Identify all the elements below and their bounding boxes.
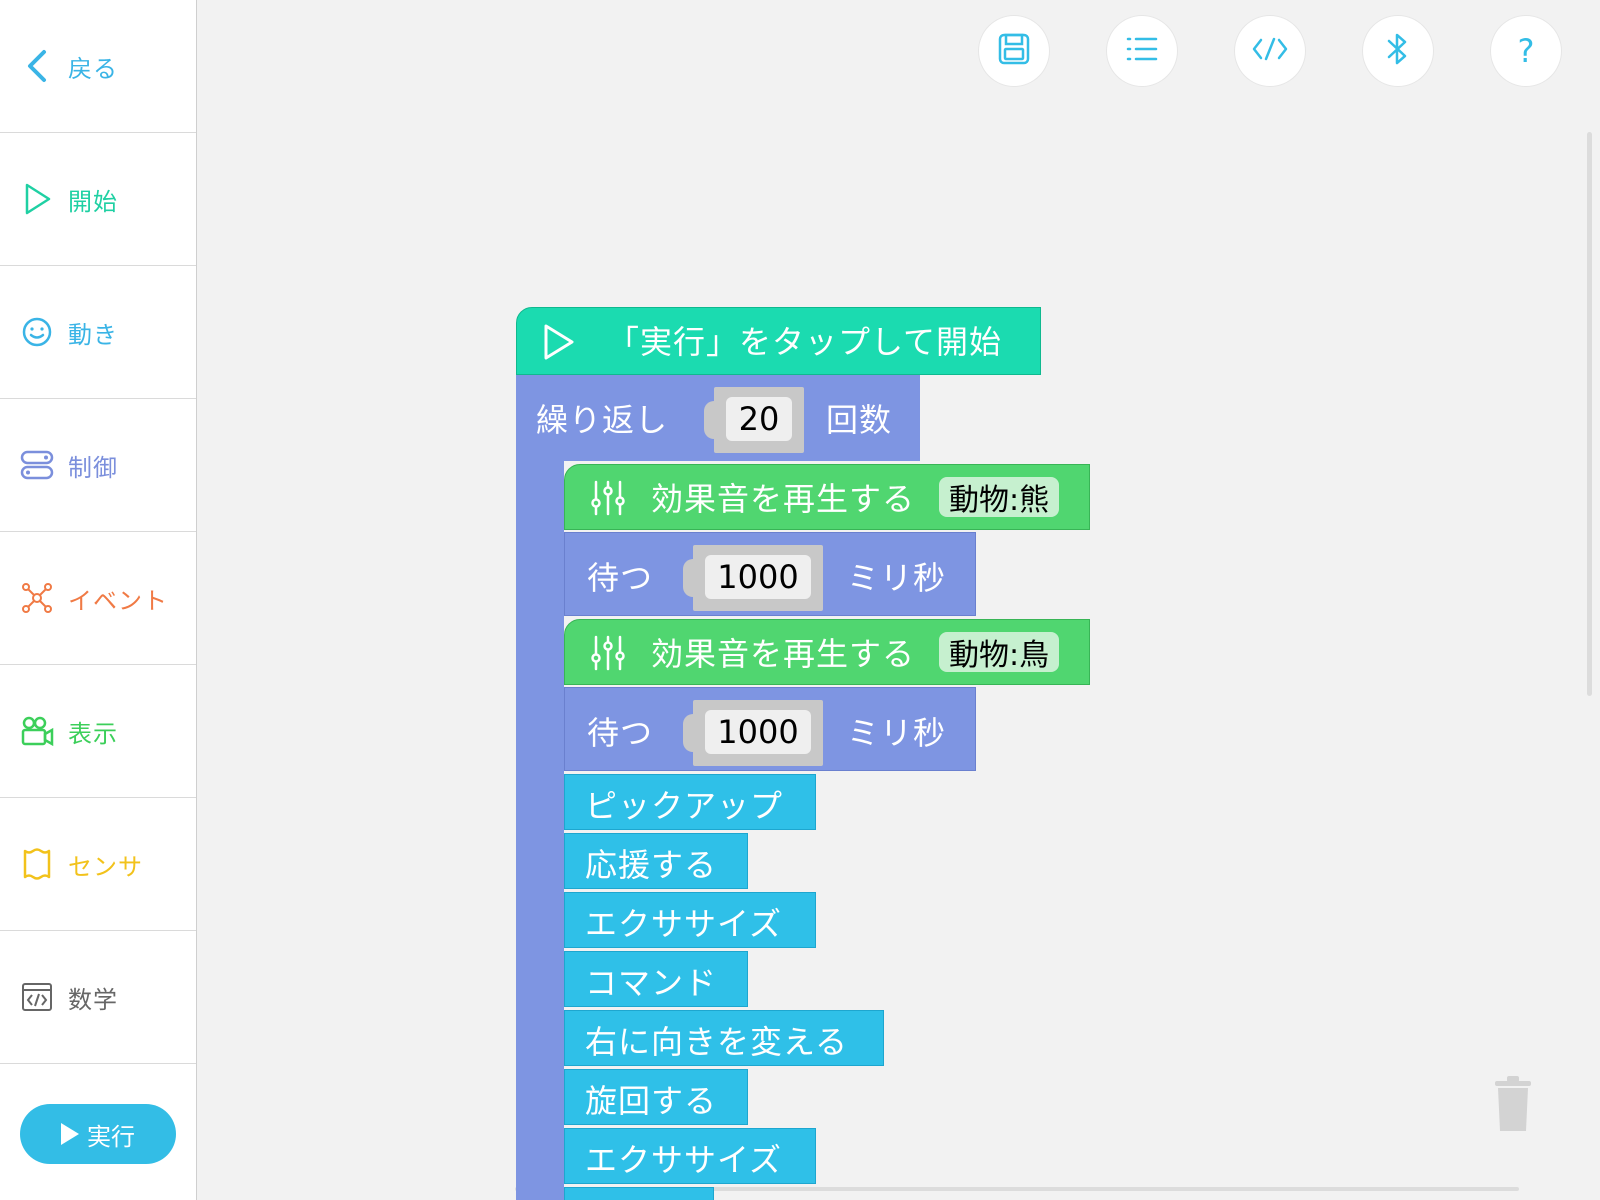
run-label: 実行 bbox=[87, 1122, 135, 1151]
action-block-exercise[interactable]: エクササイズ bbox=[564, 892, 816, 948]
play-sound-block[interactable]: 効果音を再生する 動物:鳥 bbox=[564, 619, 1090, 685]
category-control[interactable]: 制御 bbox=[0, 399, 196, 532]
save-icon bbox=[997, 32, 1031, 70]
play-outline-icon bbox=[541, 322, 577, 366]
action-label: エクササイズ bbox=[585, 905, 783, 943]
category-math[interactable]: 数学 bbox=[0, 931, 196, 1064]
run-button[interactable]: 実行 bbox=[20, 1104, 176, 1164]
list-icon bbox=[1125, 34, 1159, 68]
category-event[interactable]: イベント bbox=[0, 532, 196, 665]
wait-suffix: ミリ秒 bbox=[847, 559, 947, 597]
network-icon bbox=[20, 581, 54, 615]
repeat-count-value: 20 bbox=[726, 397, 792, 441]
repeat-count-input[interactable]: 20 bbox=[704, 387, 804, 453]
wait-duration-input[interactable]: 1000 bbox=[683, 700, 823, 766]
code-view-button[interactable] bbox=[1235, 16, 1305, 86]
play-outline-icon bbox=[20, 182, 54, 216]
sound-label: 効果音を再生する bbox=[651, 635, 916, 673]
action-label: 旋回する bbox=[585, 1082, 718, 1120]
wait-block[interactable]: 待つ 1000 ミリ秒 bbox=[564, 532, 976, 616]
list-button[interactable] bbox=[1107, 16, 1177, 86]
wait-duration-value: 1000 bbox=[705, 710, 811, 754]
category-label: 制御 bbox=[68, 453, 118, 482]
socket-tab bbox=[683, 559, 701, 597]
action-label: エクササイズ bbox=[585, 1141, 783, 1179]
sensor-icon bbox=[20, 847, 54, 881]
action-block-partial[interactable] bbox=[564, 1187, 714, 1200]
category-sidebar: 戻る 開始 動き 制御 イベント 表示 センサ 数学 実行 bbox=[0, 0, 197, 1200]
block-workspace[interactable]: ? 「実行」をタップして開始 繰り返し 20 回数 効果音を再生する 動物:熊 … bbox=[197, 0, 1600, 1200]
category-motion[interactable]: 動き bbox=[0, 266, 196, 399]
category-label: 動き bbox=[68, 320, 118, 349]
action-label: コマンド bbox=[585, 964, 718, 1002]
equalizer-icon bbox=[589, 634, 627, 676]
back-label: 戻る bbox=[68, 54, 118, 83]
repeat-suffix: 回数 bbox=[826, 401, 893, 439]
wait-duration-value: 1000 bbox=[705, 555, 811, 599]
category-sensor[interactable]: センサ bbox=[0, 798, 196, 931]
category-label: 開始 bbox=[68, 187, 118, 216]
socket-tab bbox=[704, 401, 722, 439]
back-button[interactable]: 戻る bbox=[0, 0, 196, 133]
category-label: センサ bbox=[68, 852, 143, 881]
toggle-icon bbox=[20, 448, 54, 482]
save-button[interactable] bbox=[979, 16, 1049, 86]
wait-suffix: ミリ秒 bbox=[847, 714, 947, 752]
action-label: 応援する bbox=[585, 846, 718, 884]
start-hat-block[interactable]: 「実行」をタップして開始 bbox=[516, 307, 1041, 375]
vertical-scrollbar[interactable] bbox=[1587, 132, 1592, 696]
play-icon bbox=[61, 1123, 79, 1145]
help-button[interactable]: ? bbox=[1491, 16, 1561, 86]
wait-prefix: 待つ bbox=[587, 559, 654, 597]
code-window-icon bbox=[20, 980, 54, 1014]
wait-duration-input[interactable]: 1000 bbox=[683, 545, 823, 611]
action-label: 右に向きを変える bbox=[585, 1023, 849, 1061]
wait-prefix: 待つ bbox=[587, 714, 654, 752]
wait-block[interactable]: 待つ 1000 ミリ秒 bbox=[564, 687, 976, 771]
repeat-block-arm bbox=[516, 375, 564, 1200]
equalizer-icon bbox=[589, 479, 627, 521]
action-block-turn-right[interactable]: 右に向きを変える bbox=[564, 1010, 884, 1066]
action-label: ピックアップ bbox=[585, 787, 784, 825]
action-block-cheer[interactable]: 応援する bbox=[564, 833, 748, 889]
trash-icon[interactable] bbox=[1493, 1076, 1533, 1132]
play-sound-block[interactable]: 効果音を再生する 動物:熊 bbox=[564, 464, 1090, 530]
help-icon: ? bbox=[1517, 32, 1535, 70]
chevron-left-icon bbox=[20, 49, 54, 83]
code-icon bbox=[1251, 34, 1289, 68]
action-block-exercise[interactable]: エクササイズ bbox=[564, 1128, 816, 1184]
repeat-block[interactable]: 繰り返し 20 回数 bbox=[516, 375, 920, 461]
category-display[interactable]: 表示 bbox=[0, 665, 196, 798]
category-label: イベント bbox=[68, 586, 168, 615]
category-label: 表示 bbox=[68, 719, 118, 748]
sound-select[interactable]: 動物:鳥 bbox=[939, 632, 1060, 673]
action-block-command[interactable]: コマンド bbox=[564, 951, 748, 1007]
socket-tab bbox=[683, 714, 701, 752]
bluetooth-icon bbox=[1385, 31, 1411, 71]
category-label: 数学 bbox=[68, 985, 118, 1014]
action-block-spin[interactable]: 旋回する bbox=[564, 1069, 748, 1125]
sound-select[interactable]: 動物:熊 bbox=[939, 477, 1060, 518]
repeat-prefix: 繰り返し bbox=[536, 401, 669, 439]
bluetooth-button[interactable] bbox=[1363, 16, 1433, 86]
action-block-pickup[interactable]: ピックアップ bbox=[564, 774, 816, 830]
camera-icon bbox=[20, 714, 54, 748]
hat-label: 「実行」をタップして開始 bbox=[607, 323, 1003, 361]
sound-label: 効果音を再生する bbox=[651, 480, 916, 518]
category-start[interactable]: 開始 bbox=[0, 133, 196, 266]
smile-icon bbox=[20, 315, 54, 349]
